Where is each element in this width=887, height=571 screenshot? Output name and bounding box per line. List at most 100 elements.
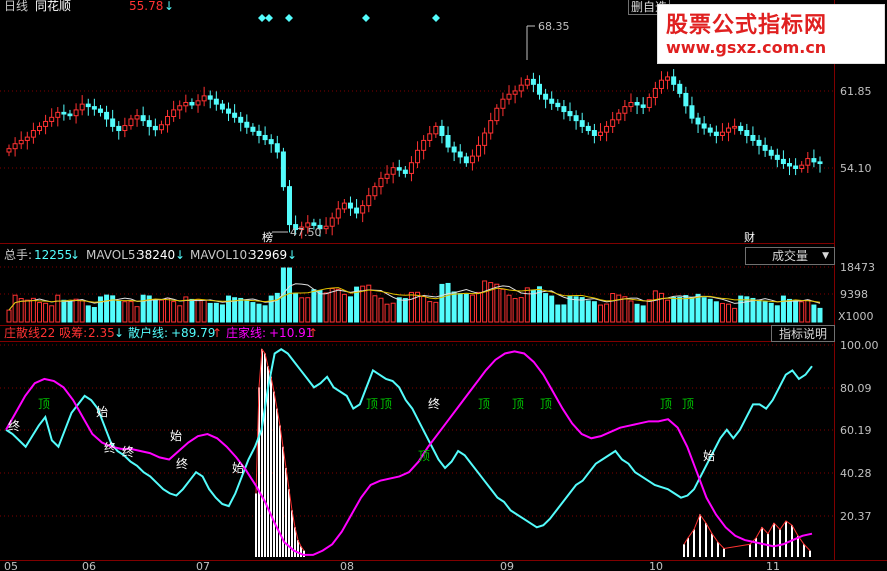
volume-bar xyxy=(817,307,823,323)
volume-bar xyxy=(671,296,677,323)
volume-bar xyxy=(171,301,177,323)
volume-bar xyxy=(219,304,225,323)
volume-bar xyxy=(482,280,488,323)
candle xyxy=(30,130,36,138)
candle xyxy=(750,134,756,141)
price-panel xyxy=(6,69,823,239)
candle xyxy=(640,104,646,108)
candle xyxy=(518,84,524,92)
candle xyxy=(726,127,732,133)
candle xyxy=(6,148,12,153)
candle xyxy=(671,76,677,85)
volume-bar xyxy=(543,293,549,323)
candle xyxy=(347,202,353,209)
volume-bar xyxy=(561,304,567,323)
volume-bar xyxy=(732,307,738,323)
candle xyxy=(701,123,707,129)
candle xyxy=(378,177,384,188)
x-tick-08: 08 xyxy=(340,560,354,571)
volume-bar xyxy=(628,300,634,323)
volume-bar xyxy=(189,298,195,323)
volume-bar xyxy=(305,297,311,323)
volume-bar xyxy=(402,298,408,323)
volume-bar xyxy=(701,297,707,323)
candle xyxy=(97,108,103,113)
candle xyxy=(256,130,262,136)
signal-label: 顶 xyxy=(660,397,672,411)
volume-bar xyxy=(585,300,591,323)
watermark-url: www.gsxz.com.cn xyxy=(666,38,827,57)
candle xyxy=(195,100,201,106)
right-marker: 财 xyxy=(744,230,755,244)
candle xyxy=(732,125,738,129)
volume-bar xyxy=(640,305,646,323)
volume-bar xyxy=(85,305,91,323)
volume-bar xyxy=(683,295,689,323)
candle xyxy=(55,111,61,118)
candle xyxy=(152,125,158,131)
candle xyxy=(18,139,24,145)
candle xyxy=(36,125,42,132)
volume-bar xyxy=(30,297,36,323)
volume-bar xyxy=(793,300,799,323)
volume-tick-mid: 9398 xyxy=(840,288,868,301)
candle xyxy=(658,79,664,89)
candle xyxy=(213,98,219,105)
x-tick-07: 07 xyxy=(196,560,210,571)
candle xyxy=(445,134,451,148)
volume-bar xyxy=(122,301,128,323)
volume-bar xyxy=(244,299,250,323)
candle xyxy=(463,156,469,164)
volume-bar xyxy=(530,289,536,323)
candle xyxy=(360,205,366,214)
diamond-icon xyxy=(362,14,370,22)
x-tick-10: 10 xyxy=(649,560,663,571)
volume-bar xyxy=(421,296,427,323)
candle xyxy=(549,98,555,104)
candle xyxy=(372,186,378,197)
volume-bar xyxy=(378,297,384,323)
candle xyxy=(628,101,634,108)
candle xyxy=(506,93,512,100)
candle xyxy=(652,87,658,99)
volume-bar xyxy=(61,299,67,323)
volume-bar xyxy=(55,294,61,323)
candle xyxy=(689,105,695,119)
volume-bar xyxy=(165,297,171,323)
indicator-explain-button[interactable]: 指标说明 xyxy=(771,325,835,342)
candle xyxy=(329,217,335,227)
x-tick-11: 11 xyxy=(766,560,780,571)
volume-indicator-select[interactable]: 成交量 ▼ xyxy=(745,247,835,265)
volume-bar xyxy=(317,289,323,323)
volume-bar xyxy=(787,298,793,323)
volume-bar xyxy=(268,295,274,323)
volume-bar xyxy=(286,267,292,323)
diamond-icon xyxy=(285,14,293,22)
stock-chart: 终顶始终 终始终 始顶顶终顶顶顶顶顶顶始 日线 同花顺 55.78 ↓ 68.35 … xyxy=(0,0,887,571)
candle xyxy=(597,131,603,136)
volume-bar xyxy=(750,297,756,323)
signal-label: 顶 xyxy=(38,397,50,411)
candle xyxy=(543,93,549,100)
signal-label: 顶 xyxy=(682,397,694,411)
candle xyxy=(738,125,744,132)
price-tick-high: 61.85 xyxy=(840,85,872,98)
candle xyxy=(634,101,640,106)
candle xyxy=(390,167,396,175)
candle xyxy=(354,207,360,214)
volume-bar xyxy=(226,295,232,323)
volume-bar xyxy=(677,296,683,323)
candle xyxy=(262,134,268,141)
volume-bar xyxy=(140,294,146,323)
volume-bar xyxy=(201,299,207,323)
signal-label: 始 xyxy=(170,429,182,443)
indicator-line1-value: 2.35 xyxy=(88,326,115,340)
candle xyxy=(189,101,195,106)
candle xyxy=(719,131,725,136)
candle xyxy=(768,149,774,156)
candle xyxy=(232,112,238,118)
candle xyxy=(43,120,49,127)
volume-bar xyxy=(24,299,30,323)
signal-label: 终 xyxy=(8,418,20,433)
mavol5-value: 38240 xyxy=(137,248,175,262)
